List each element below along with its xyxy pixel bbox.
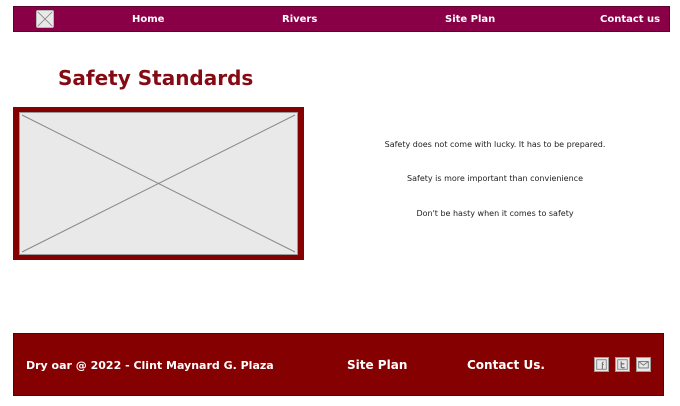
mail-icon[interactable] (636, 357, 651, 372)
footer-link-contact-us[interactable]: Contact Us. (467, 334, 545, 397)
image-placeholder-icon (19, 112, 298, 255)
twitter-icon[interactable] (615, 357, 630, 372)
top-navbar: Home Rivers Site Plan Contact us (13, 6, 670, 32)
hero-image-frame (13, 107, 304, 260)
safety-quote: Safety is more important than convienien… (407, 174, 583, 183)
image-placeholder-icon[interactable] (36, 10, 54, 28)
nav-link-site-plan[interactable]: Site Plan (445, 7, 495, 33)
safety-quote: Safety does not come with lucky. It has … (384, 140, 606, 149)
footer: Dry oar @ 2022 - Clint Maynard G. Plaza … (13, 333, 664, 396)
safety-quote: Don't be hasty when it comes to safety (416, 209, 574, 218)
nav-link-rivers[interactable]: Rivers (282, 7, 317, 33)
footer-link-site-plan[interactable]: Site Plan (347, 334, 407, 397)
page-title: Safety Standards (58, 66, 254, 90)
nav-link-contact-us[interactable]: Contact us (600, 7, 660, 33)
nav-link-home[interactable]: Home (132, 7, 164, 33)
facebook-icon[interactable] (594, 357, 609, 372)
footer-copyright: Dry oar @ 2022 - Clint Maynard G. Plaza (26, 359, 274, 372)
